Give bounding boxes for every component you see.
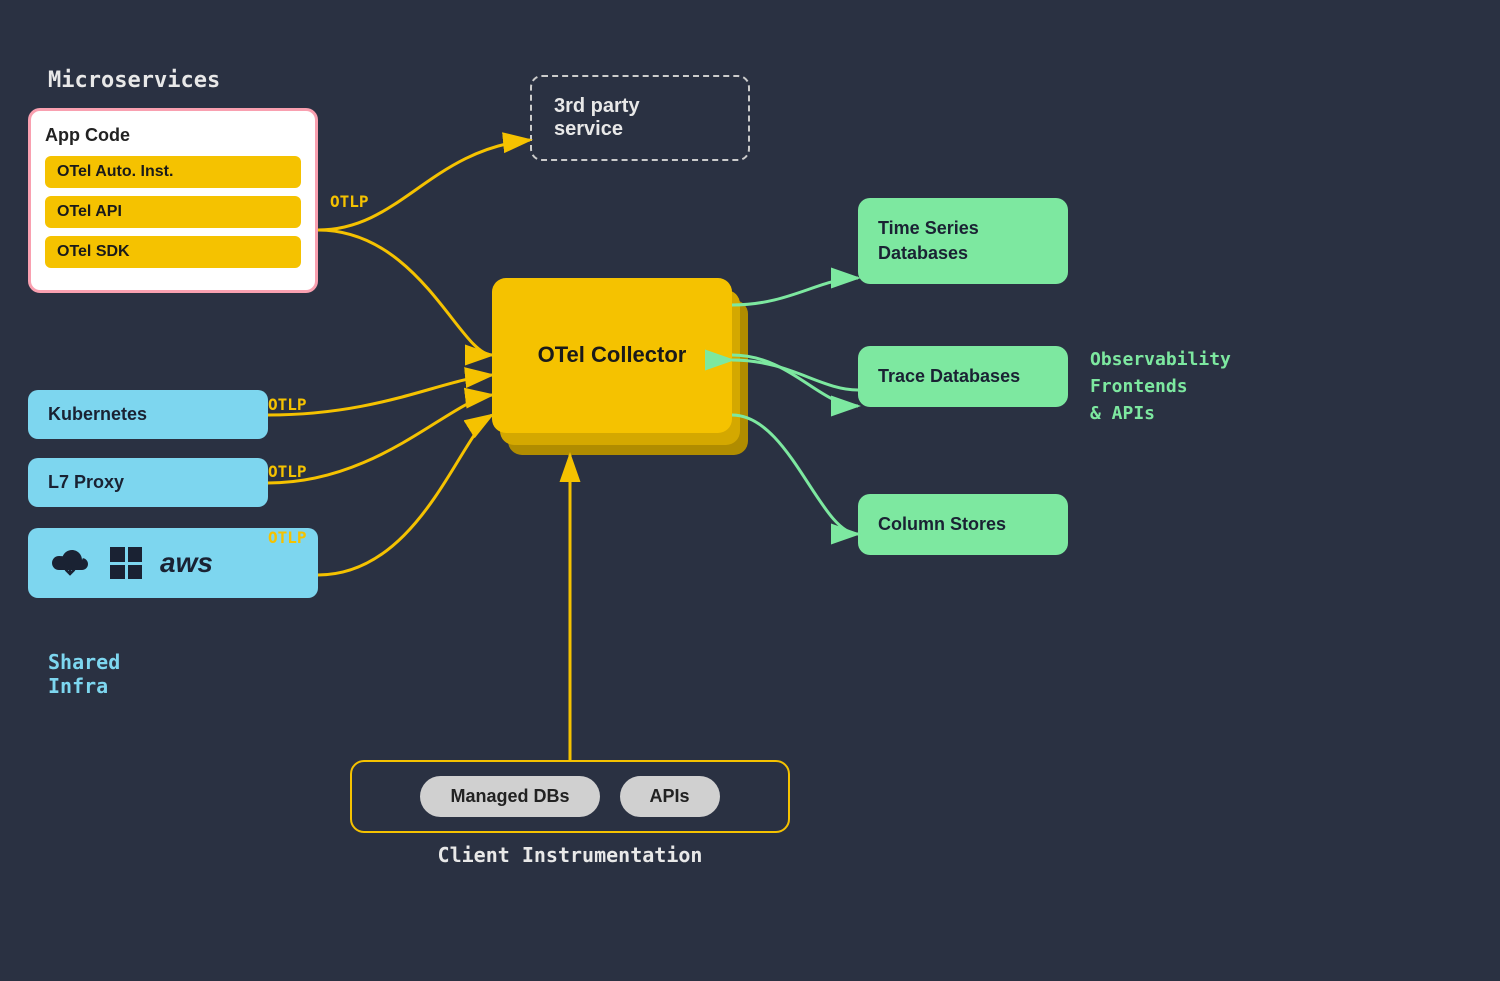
l7-proxy-box: L7 Proxy — [28, 458, 268, 507]
shared-infra-label: SharedInfra — [48, 650, 120, 698]
trace-db-box: Trace Databases — [858, 346, 1068, 407]
client-instrumentation-label: Client Instrumentation — [350, 843, 790, 867]
diagram-container: Microservices App Code OTel Auto. Inst. … — [0, 0, 1500, 981]
otel-api-badge: OTel API — [45, 196, 301, 228]
client-instrumentation-box: Managed DBs APIs — [350, 760, 790, 833]
windows-icon — [110, 547, 142, 579]
otel-auto-badge: OTel Auto. Inst. — [45, 156, 301, 188]
col-stores-box: Column Stores — [858, 494, 1068, 555]
otlp-label-3: OTLP — [268, 462, 307, 481]
otel-sdk-badge: OTel SDK — [45, 236, 301, 268]
time-series-db-box: Time Series Databases — [858, 198, 1068, 284]
kubernetes-box: Kubernetes — [28, 390, 268, 439]
managed-dbs-button: Managed DBs — [420, 776, 599, 817]
otel-collector-inner: OTel Collector — [492, 278, 732, 433]
otel-collector-title: OTel Collector — [538, 341, 687, 370]
client-instrumentation-container: Managed DBs APIs Client Instrumentation — [350, 760, 790, 867]
otlp-label-4: OTLP — [268, 528, 307, 547]
otlp-label-1: OTLP — [330, 192, 369, 211]
otel-collector-box: OTel Collector — [492, 278, 732, 453]
aws-label: aws — [160, 547, 213, 579]
app-code-title: App Code — [45, 125, 301, 146]
app-code-box: App Code OTel Auto. Inst. OTel API OTel … — [28, 108, 318, 293]
cloud-icon — [48, 546, 92, 580]
microservices-label: Microservices — [48, 68, 220, 93]
otlp-label-2: OTLP — [268, 395, 307, 414]
apis-button: APIs — [620, 776, 720, 817]
third-party-title: 3rd partyservice — [554, 95, 726, 141]
third-party-box: 3rd partyservice — [530, 75, 750, 161]
observability-label: ObservabilityFrontends& APIs — [1090, 346, 1231, 427]
